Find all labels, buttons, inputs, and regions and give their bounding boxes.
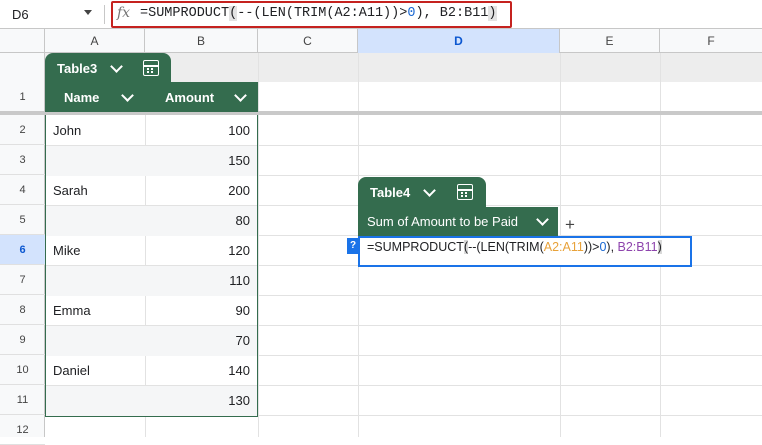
range-ref-b: B2:B11 [618, 240, 658, 254]
formula-part: --(LEN(TRIM( [468, 240, 544, 254]
formula-part: ), B2:B11 [415, 6, 488, 21]
formula-part: ))> [584, 240, 600, 254]
cell-amount[interactable]: 120 [150, 236, 250, 266]
formula-help-button[interactable]: ? [347, 238, 359, 254]
row-header-1[interactable]: 1 [0, 82, 45, 112]
formula-part: =SUMPRODUCT [140, 6, 229, 21]
formula-part: --(LEN(TRIM(A2:A11))> [237, 6, 407, 21]
row-header-3[interactable]: 3 [0, 145, 45, 175]
row-header-2[interactable]: 2 [0, 115, 45, 145]
chevron-down-icon[interactable] [110, 60, 123, 73]
formula-part: ), [606, 240, 617, 254]
chevron-down-icon[interactable] [84, 10, 92, 15]
fx-icon: fx [117, 5, 130, 21]
chevron-down-icon[interactable] [536, 213, 549, 226]
cell-amount[interactable]: 140 [150, 356, 250, 386]
cell-amount[interactable]: 100 [150, 116, 250, 146]
chevron-down-icon[interactable] [234, 89, 247, 102]
row-header-7[interactable]: 7 [0, 265, 45, 295]
table3-header-row: Name Amount [45, 82, 258, 112]
cell-amount[interactable]: 110 [150, 266, 250, 296]
row-header-8[interactable]: 8 [0, 295, 45, 325]
cell-name[interactable]: Emma [53, 296, 91, 326]
row-header-9[interactable]: 9 [0, 325, 45, 355]
row-header-6[interactable]: 6 [0, 235, 45, 265]
calculator-icon[interactable] [143, 60, 159, 76]
formula-paren: ) [488, 6, 496, 21]
cell-amount[interactable]: 150 [150, 146, 250, 176]
cell-amount[interactable]: 70 [150, 326, 250, 356]
header-sum-amount[interactable]: Sum of Amount to be Paid [367, 214, 518, 229]
column-header-bar: A B C D E F [0, 29, 762, 53]
cell-formula-editor[interactable]: =SUMPRODUCT(--(LEN(TRIM(A2:A11))>0), B2:… [367, 240, 662, 254]
formula-part: =SUMPRODUCT [367, 240, 464, 254]
divider [104, 5, 105, 24]
cell-amount[interactable]: 130 [150, 386, 250, 416]
range-ref-a: A2:A11 [544, 240, 584, 254]
chevron-down-icon[interactable] [423, 184, 436, 197]
column-header-b[interactable]: B [145, 29, 258, 53]
row-header-11[interactable]: 11 [0, 385, 45, 415]
table4-name: Table4 [370, 185, 410, 200]
cell-name[interactable]: Daniel [53, 356, 90, 386]
row-header-12[interactable]: 12 [0, 415, 45, 445]
chevron-down-icon[interactable] [121, 89, 134, 102]
name-box-value: D6 [12, 7, 29, 22]
column-header-e[interactable]: E [560, 29, 660, 53]
table4-header-row: Sum of Amount to be Paid [358, 207, 558, 236]
header-amount[interactable]: Amount [165, 90, 214, 105]
column-header-a[interactable]: A [45, 29, 145, 53]
add-column-button[interactable]: + [561, 216, 579, 234]
row-header-4[interactable]: 4 [0, 175, 45, 205]
calculator-icon[interactable] [457, 184, 473, 200]
row-header-10[interactable]: 10 [0, 355, 45, 385]
cell-name[interactable]: Sarah [53, 176, 88, 206]
select-all-corner[interactable] [0, 29, 45, 53]
cell-amount[interactable]: 200 [150, 176, 250, 206]
cell-amount[interactable]: 90 [150, 296, 250, 326]
table4-tab[interactable]: Table4 [358, 177, 486, 207]
cell-amount[interactable]: 80 [150, 206, 250, 236]
column-header-c[interactable]: C [258, 29, 358, 53]
table3-tab[interactable]: Table3 [45, 53, 171, 83]
formula-input[interactable]: =SUMPRODUCT(--(LEN(TRIM(A2:A11))>0), B2:… [140, 6, 497, 21]
table3-name: Table3 [57, 61, 97, 76]
column-header-d[interactable]: D [358, 29, 560, 53]
row-header-5[interactable]: 5 [0, 205, 45, 235]
cell-name[interactable]: John [53, 116, 81, 146]
formula-paren: ) [658, 240, 662, 254]
column-header-f[interactable]: F [660, 29, 762, 53]
header-name[interactable]: Name [64, 90, 99, 105]
cell-name[interactable]: Mike [53, 236, 80, 266]
